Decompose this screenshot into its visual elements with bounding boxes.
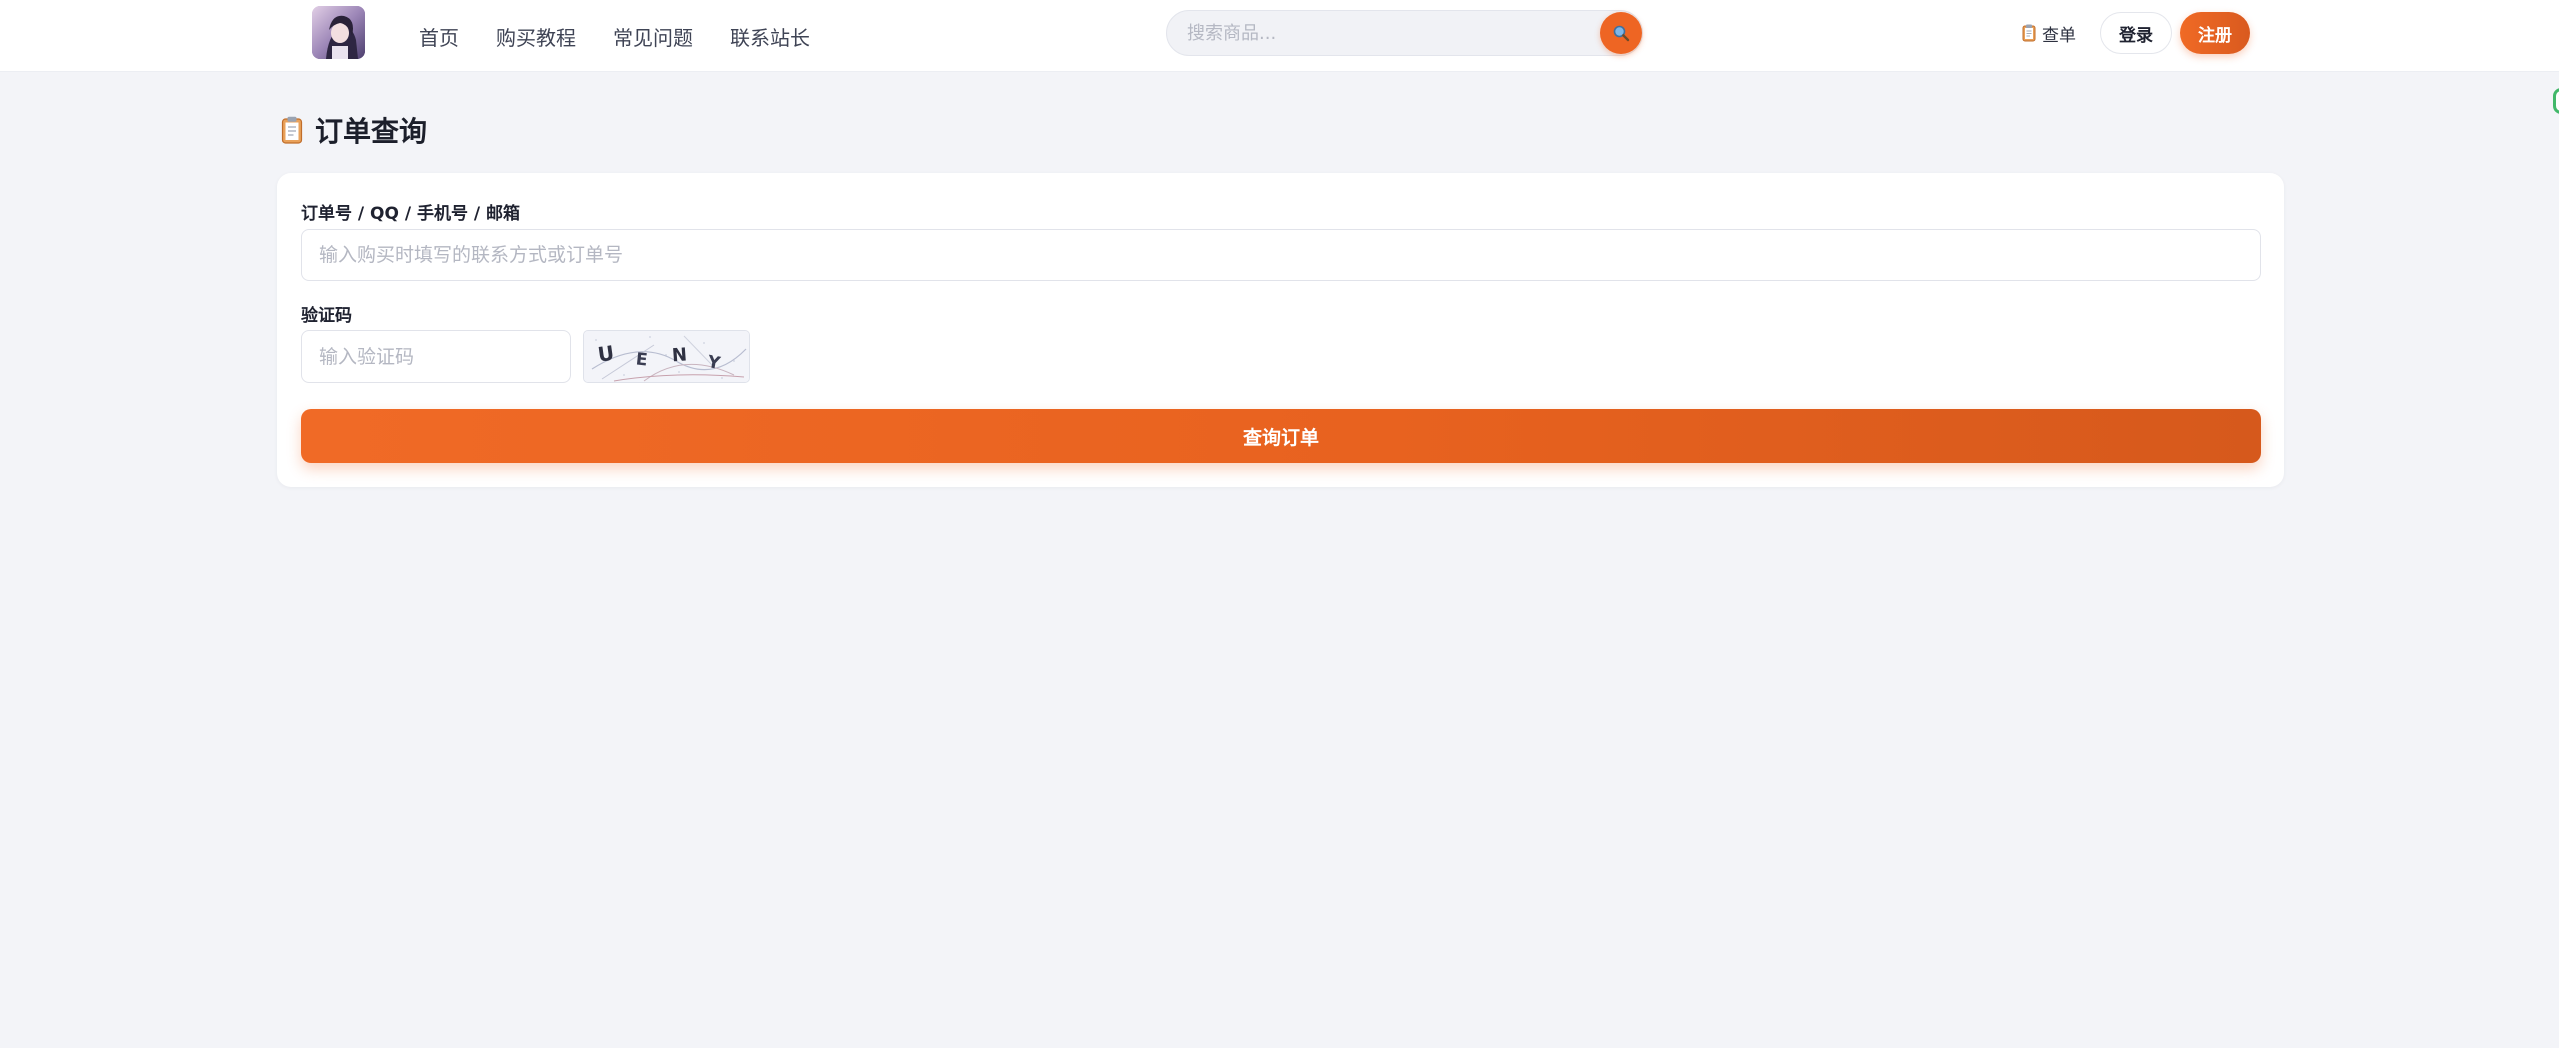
search-bar — [1166, 10, 1643, 56]
order-query-input[interactable] — [302, 230, 2260, 280]
nav-faq[interactable]: 常见问题 — [613, 22, 693, 51]
register-button[interactable]: 注册 — [2180, 12, 2250, 54]
captcha-char: E — [635, 349, 649, 370]
captcha-label: 验证码 — [301, 306, 352, 326]
floating-service-badge[interactable] — [2553, 88, 2559, 114]
nav-contact-admin[interactable]: 联系站长 — [730, 22, 810, 51]
header-actions: 查单 登录 注册 — [2022, 12, 2250, 54]
nav-purchase-tutorial[interactable]: 购买教程 — [496, 22, 576, 51]
captcha-field — [301, 330, 571, 383]
clipboard-icon — [281, 116, 303, 144]
captcha-char: N — [671, 344, 688, 366]
order-query-label: 订单号 / QQ / 手机号 / 邮箱 — [301, 204, 521, 224]
top-navbar: 首页 购买教程 常见问题 联系站长 搜索商品... 查单 登录 注册 — [0, 0, 2559, 72]
page-title: 订单查询 — [281, 110, 427, 150]
main-nav: 首页 购买教程 常见问题 联系站长 — [419, 22, 847, 50]
search-input[interactable] — [1187, 11, 1557, 55]
nav-home[interactable]: 首页 — [419, 22, 459, 51]
captcha-input[interactable] — [302, 331, 570, 382]
search-button[interactable] — [1600, 12, 1642, 54]
captcha-image[interactable]: U E N Y — [583, 330, 750, 383]
clipboard-icon — [2022, 24, 2036, 42]
search-icon — [1612, 24, 1630, 42]
order-lookup-label: 查单 — [2042, 25, 2076, 46]
page-heading: 订单查询 — [315, 115, 428, 148]
query-order-button[interactable]: 查询订单 — [301, 409, 2261, 463]
captcha-char: U — [596, 341, 615, 367]
order-query-field — [301, 229, 2261, 281]
order-lookup-link[interactable]: 查单 — [2022, 21, 2076, 46]
site-logo[interactable] — [312, 6, 365, 59]
login-button[interactable]: 登录 — [2100, 12, 2172, 54]
